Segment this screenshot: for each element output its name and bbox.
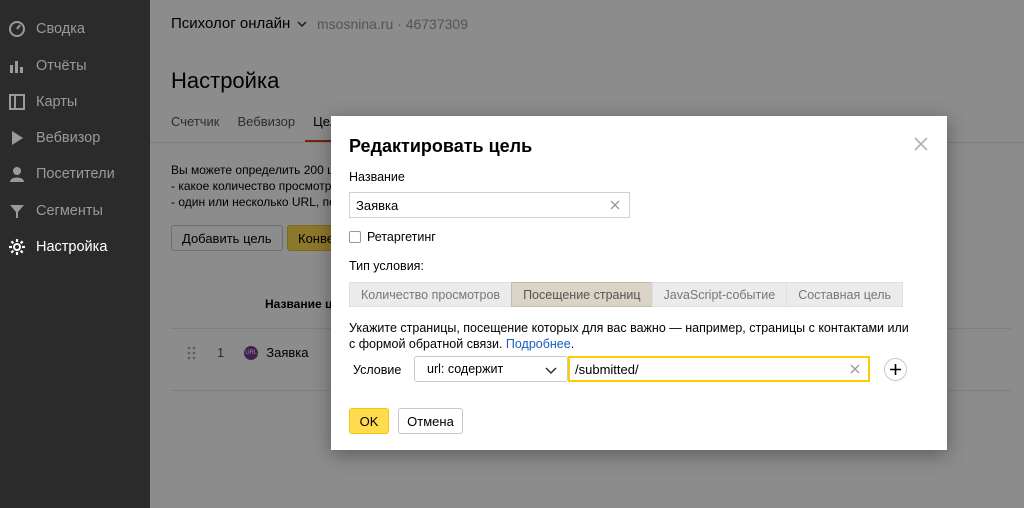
sidebar-item-visitors[interactable]: Посетители [0,159,150,189]
condition-type-js-event[interactable]: JavaScript-событие [651,282,788,307]
sidebar-item-summary[interactable]: Сводка [0,14,150,44]
more-info-link[interactable]: Подробнее [506,337,571,351]
goal-name-input[interactable]: Заявка [349,192,630,218]
sidebar-item-label: Карты [36,94,78,110]
condition-value-input[interactable]: /submitted/ [568,356,870,382]
plus-icon [890,364,901,375]
dashboard-icon [8,20,26,38]
sidebar-item-label: Настройка [36,239,108,255]
retargeting-option[interactable]: Ретаргетинг [349,230,436,244]
ok-button[interactable]: OK [349,408,389,434]
bar-chart-icon [8,57,26,75]
play-icon [8,129,26,147]
edit-goal-dialog: Редактировать цель Название Заявка Ретар… [331,116,947,450]
sidebar-item-label: Сводка [36,21,85,37]
condition-type-pageviews[interactable]: Количество просмотров [349,282,513,307]
chevron-down-icon [545,367,557,375]
condition-label: Условие [353,363,402,377]
sidebar-item-maps[interactable]: Карты [0,87,150,117]
condition-type-page-visit[interactable]: Посещение страниц [511,282,653,307]
filter-icon [8,202,26,220]
condition-type-composite[interactable]: Составная цель [786,282,904,307]
close-icon[interactable] [911,134,931,154]
sidebar-item-segments[interactable]: Сегменты [0,196,150,226]
map-icon [8,93,26,111]
retargeting-checkbox[interactable] [349,231,361,243]
user-icon [8,165,26,183]
sidebar-item-reports[interactable]: Отчёты [0,51,150,81]
sidebar-item-label: Вебвизор [36,130,101,146]
add-condition-button[interactable] [884,358,907,381]
condition-hint: Укажите страницы, посещение которых для … [349,321,909,351]
sidebar: Сводка Отчёты Карты Вебвизор Посетители … [0,0,150,508]
dialog-title: Редактировать цель [349,136,533,156]
condition-type-selector: Количество просмотров Посещение страниц … [349,282,904,307]
sidebar-item-label: Сегменты [36,203,103,219]
sidebar-item-label: Посетители [36,166,115,182]
condition-type-label: Тип условия: [349,259,424,273]
goal-name-label: Название [349,170,405,184]
sidebar-item-settings[interactable]: Настройка [0,232,150,262]
sidebar-item-label: Отчёты [36,58,87,74]
clear-icon[interactable] [608,198,622,212]
condition-operator-select[interactable]: url: содержит [414,356,568,382]
retargeting-label: Ретаргетинг [367,230,436,244]
cancel-button[interactable]: Отмена [398,408,463,434]
sidebar-item-webvisor[interactable]: Вебвизор [0,123,150,153]
clear-icon[interactable] [848,362,862,376]
gear-icon [8,238,26,256]
